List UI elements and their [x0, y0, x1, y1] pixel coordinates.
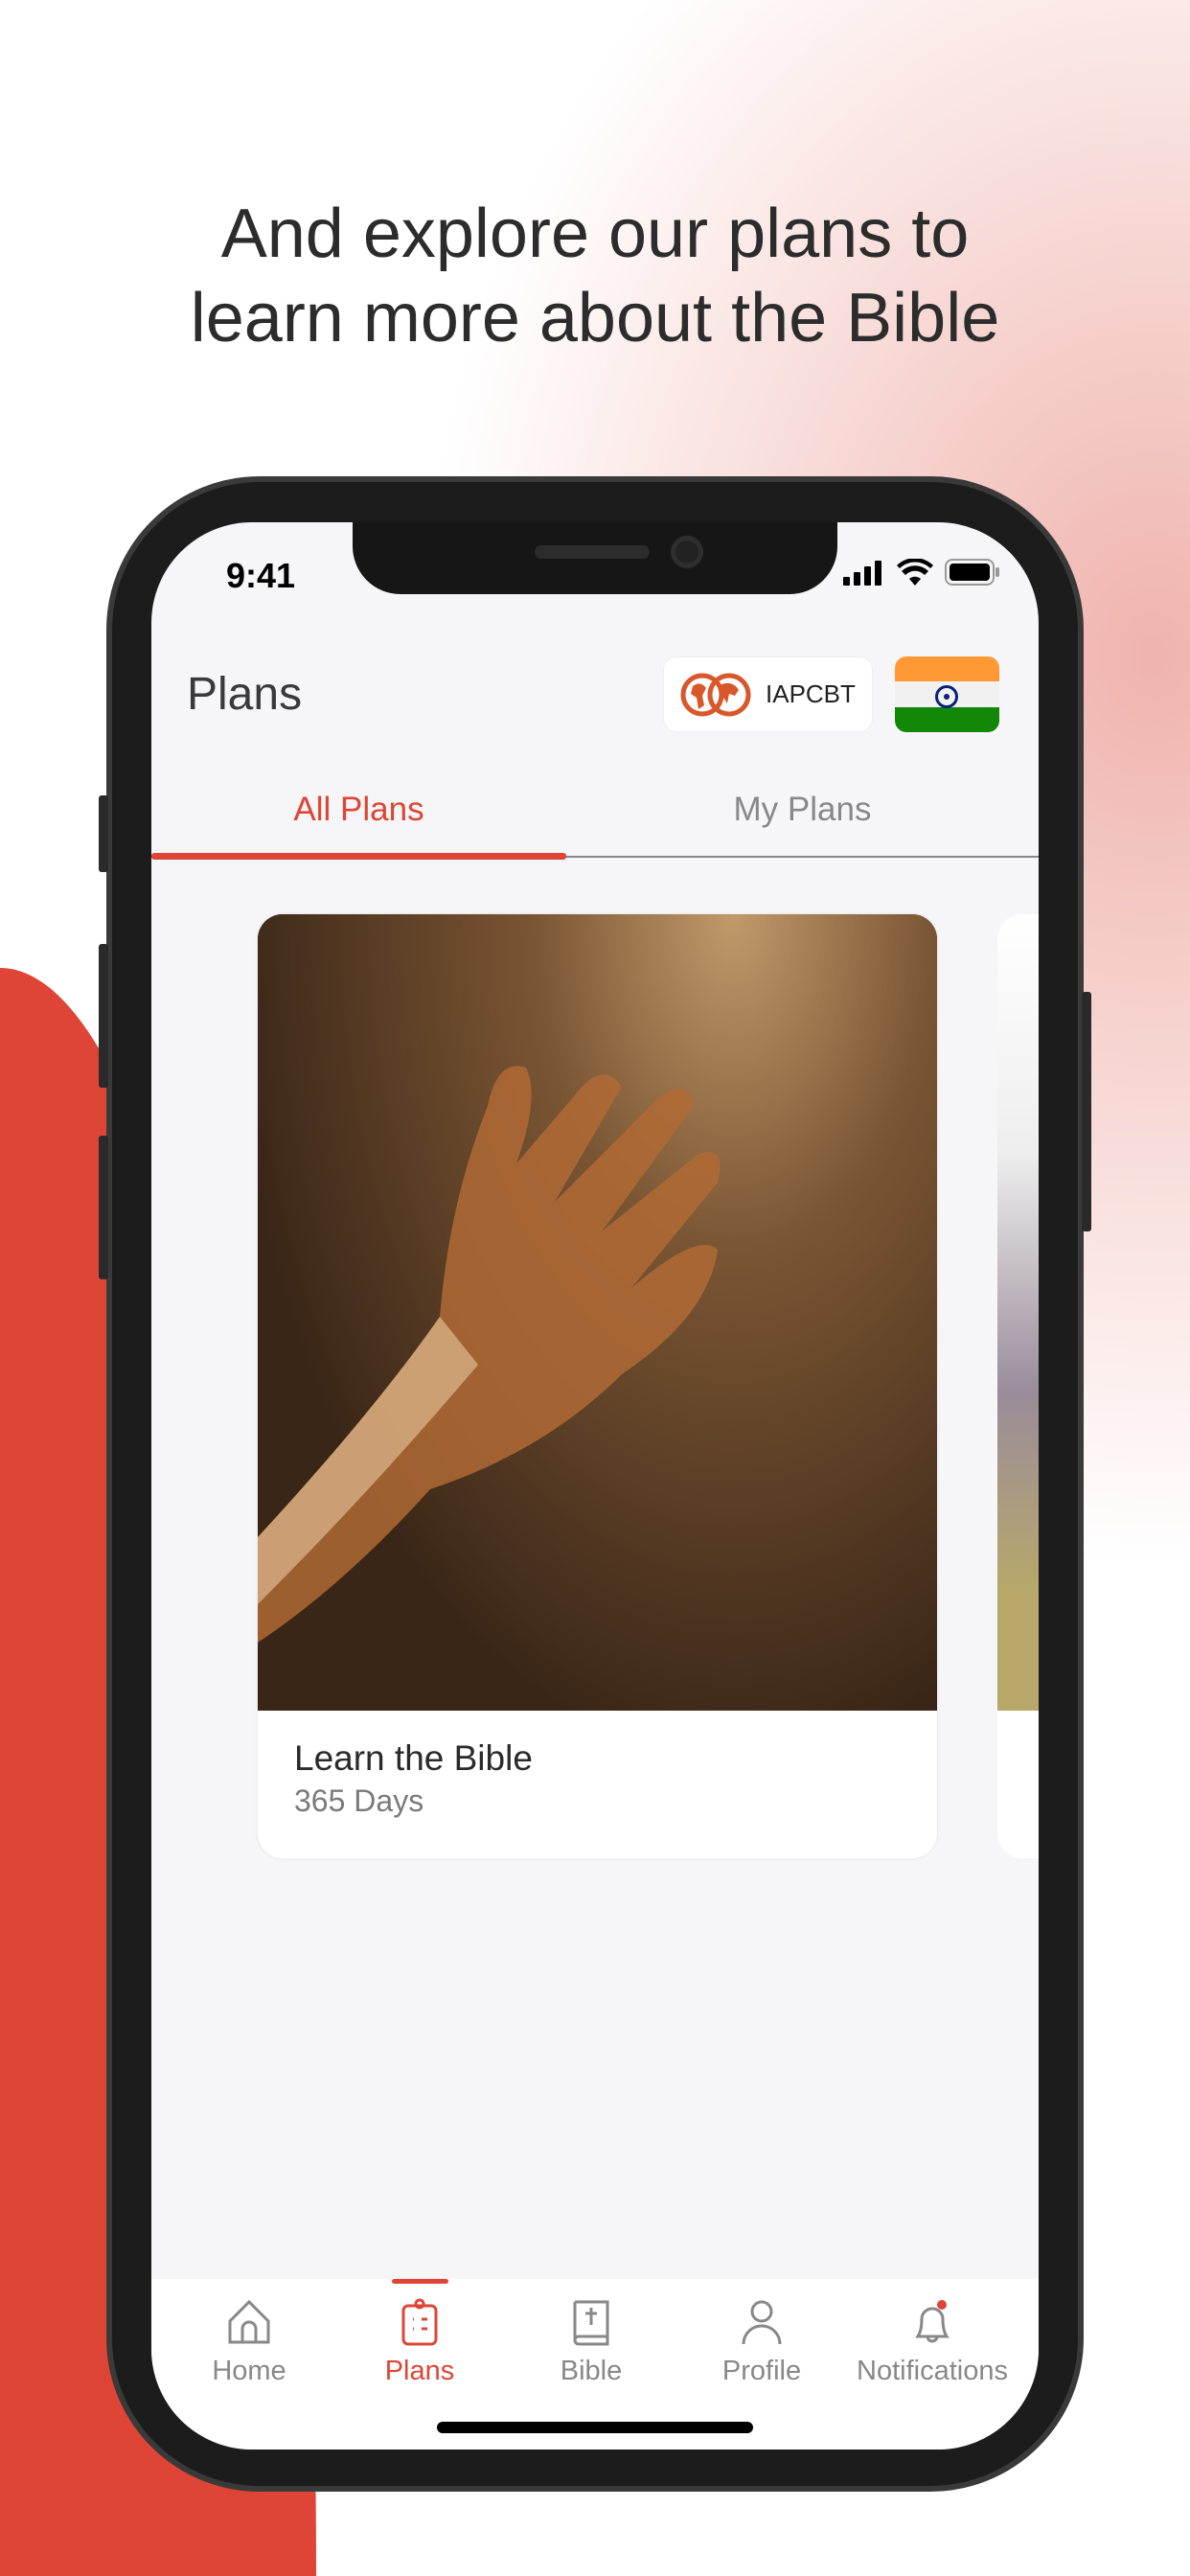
headline: And explore our plans to learn more abou…	[0, 192, 1190, 360]
headline-line-2: learn more about the Bible	[190, 280, 1000, 356]
nav-notifications[interactable]: Notifications	[846, 2298, 1018, 2387]
organization-button[interactable]: IAPCBT	[663, 656, 873, 732]
plan-image-hand	[258, 914, 937, 1711]
speaker	[535, 545, 650, 559]
battery-icon	[945, 559, 999, 586]
power-button	[1082, 992, 1091, 1231]
bible-icon	[573, 2300, 609, 2346]
india-flag-button[interactable]	[895, 656, 999, 732]
nav-home-label: Home	[212, 2356, 286, 2386]
next-plan-card-peek[interactable]	[997, 914, 1039, 1858]
notification-badge	[937, 2300, 947, 2310]
nav-active-indicator	[392, 2279, 448, 2284]
nav-profile[interactable]: Profile	[675, 2298, 848, 2387]
nav-profile-label: Profile	[721, 2356, 802, 2386]
mute-switch	[99, 795, 108, 872]
plans-tabs: All Plans My Plans	[151, 781, 1039, 860]
plan-card[interactable]: Learn the Bible 365 Days	[258, 914, 937, 1858]
tab-my-plans[interactable]: My Plans	[566, 791, 1039, 829]
active-tab-indicator	[151, 853, 566, 860]
ashoka-chakra-icon	[935, 685, 958, 709]
nav-bible-label: Bible	[560, 2356, 623, 2386]
status-time: 9:41	[226, 556, 296, 595]
home-icon	[228, 2299, 270, 2344]
camera	[671, 536, 703, 568]
nav-bible[interactable]: Bible	[505, 2298, 677, 2387]
plan-image	[997, 914, 1039, 1711]
user-icon	[742, 2300, 782, 2345]
wifi-icon	[897, 559, 933, 586]
plan-title: Learn the Bible	[294, 1738, 533, 1778]
signal-icon	[843, 561, 881, 586]
app-screen: 9:41 Plans IAPCBT All Plans My Plans Lea…	[151, 522, 1039, 2450]
clipboard-icon	[401, 2298, 438, 2346]
headline-line-1: And explore our plans to	[220, 196, 970, 272]
volume-down-button	[99, 1136, 108, 1279]
page-title: Plans	[187, 669, 303, 720]
nav-notifications-label: Notifications	[857, 2356, 1008, 2386]
tab-all-plans[interactable]: All Plans	[151, 791, 566, 829]
home-indicator	[437, 2422, 753, 2433]
status-icons	[843, 559, 1000, 586]
nav-plans[interactable]: Plans	[333, 2298, 506, 2387]
plan-duration: 365 Days	[294, 1783, 424, 1818]
globe-logo-icon	[680, 673, 751, 716]
volume-up-button	[99, 944, 108, 1088]
nav-home[interactable]: Home	[163, 2298, 335, 2387]
nav-plans-label: Plans	[384, 2356, 455, 2386]
organization-label: IAPCBT	[766, 679, 856, 708]
bell-icon	[915, 2300, 950, 2343]
notch	[353, 522, 837, 594]
